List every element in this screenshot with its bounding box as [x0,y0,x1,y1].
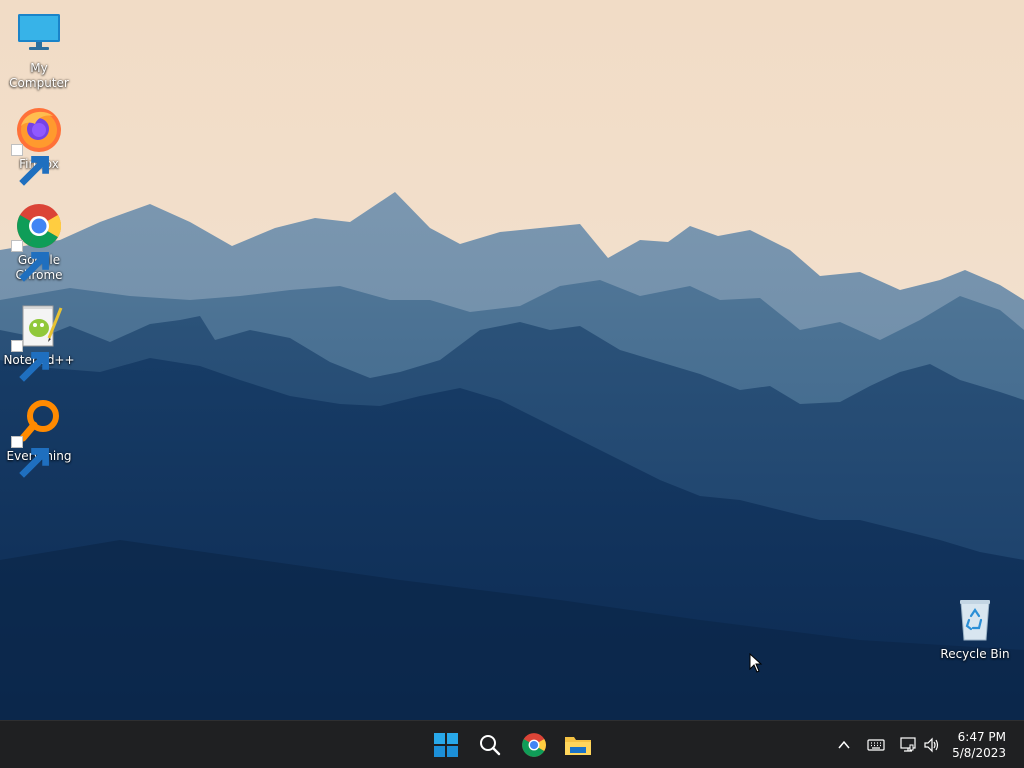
chrome-icon [522,733,546,757]
keyboard-icon [867,739,885,751]
notepadpp-icon [11,302,63,382]
chrome-icon [11,202,63,282]
clock-date: 5/8/2023 [952,746,1006,760]
taskbar: 6:47 PM 5/8/2023 [0,720,1024,768]
chevron-up-icon [838,740,850,749]
desktop-icon-label: Recycle Bin [940,647,1010,661]
network-icon [900,737,916,752]
desktop-icon-notepadpp[interactable]: Notepad++ [0,302,78,382]
firefox-icon [11,106,63,186]
monitor-icon [15,10,63,58]
desktop-icon-recycle-bin[interactable]: Recycle Bin [936,596,1014,662]
search-button[interactable] [472,727,508,763]
shortcut-arrow-icon [11,240,49,282]
desktop[interactable]: My Computer Firefox Google Chrome Notepa… [0,0,1024,720]
mouse-cursor-icon [749,653,763,673]
taskbar-clock[interactable]: 6:47 PM 5/8/2023 [936,729,1006,761]
desktop-icon-everything[interactable]: Everything [0,398,78,478]
start-button[interactable] [428,727,464,763]
taskbar-chrome-button[interactable] [516,727,552,763]
windows-start-icon [434,733,458,757]
mountain-wallpaper [0,0,1024,720]
shortcut-arrow-icon [11,436,49,478]
recycle-bin-icon [951,596,999,644]
desktop-icon-label: My Computer [9,61,69,90]
desktop-icon-firefox[interactable]: Firefox [0,106,78,186]
taskbar-file-explorer-button[interactable] [560,727,596,763]
keyboard-button[interactable] [866,735,886,755]
clock-time: 6:47 PM [957,730,1006,744]
shortcut-arrow-icon [11,144,49,186]
search-icon [480,735,501,756]
folder-icon [565,737,591,755]
network-button[interactable] [898,735,918,755]
show-hidden-icons-button[interactable] [834,735,854,755]
shortcut-arrow-icon [11,340,49,382]
desktop-icon-my-computer[interactable]: My Computer [0,10,78,91]
everything-icon [11,398,63,478]
desktop-icon-google-chrome[interactable]: Google Chrome [0,202,78,283]
